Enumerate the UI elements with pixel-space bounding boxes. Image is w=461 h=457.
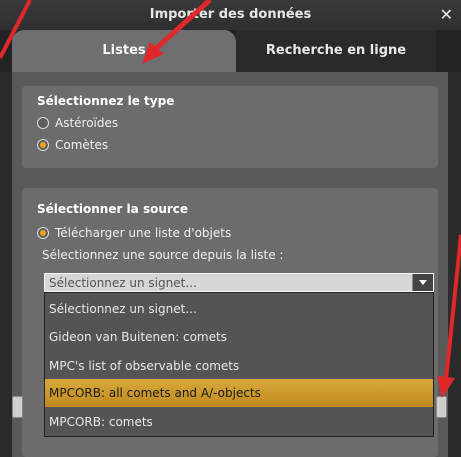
radio-checked-icon[interactable] [37, 227, 49, 239]
close-icon[interactable]: ✕ [440, 5, 453, 24]
dropdown-item[interactable]: MPCORB: comets [45, 408, 433, 436]
bookmark-combo[interactable]: Sélectionnez un signet... [44, 273, 434, 292]
type-panel: Sélectionnez le type Astéroïdes Comètes [22, 86, 438, 168]
title-bar: Importer des données ✕ [0, 0, 461, 30]
radio-label: Astéroïdes [55, 116, 119, 130]
tab-bar: Listes Recherche en ligne [0, 30, 461, 72]
dropdown-item-selected[interactable]: MPCORB: all comets and A/-objects [45, 379, 433, 407]
window-title: Importer des données [149, 7, 312, 22]
left-scroll-handle[interactable] [12, 396, 23, 418]
tab-listes[interactable]: Listes [12, 30, 236, 72]
bookmark-dropdown-list: Sélectionnez un signet... Gideon van Bui… [44, 292, 434, 437]
dropdown-item[interactable]: MPC's list of observable comets [45, 352, 433, 380]
chevron-down-icon[interactable] [412, 274, 433, 291]
tab-recherche-en-ligne[interactable]: Recherche en ligne [236, 30, 436, 72]
source-panel-title: Sélectionner la source [37, 202, 189, 216]
right-scroll-handle[interactable] [436, 396, 447, 418]
radio-checked-icon[interactable] [37, 139, 49, 151]
dropdown-item[interactable]: Sélectionnez un signet... [45, 295, 433, 323]
dropdown-item[interactable]: Gideon van Buitenen: comets [45, 323, 433, 351]
radio-icon[interactable] [37, 117, 49, 129]
type-panel-title: Sélectionnez le type [37, 94, 175, 108]
list-label: Sélectionnez une source depuis la liste … [42, 248, 284, 262]
radio-label: Télécharger une liste d'objets [55, 226, 232, 240]
bookmark-combo-value: Sélectionnez un signet... [49, 276, 197, 290]
radio-label: Comètes [55, 138, 109, 152]
